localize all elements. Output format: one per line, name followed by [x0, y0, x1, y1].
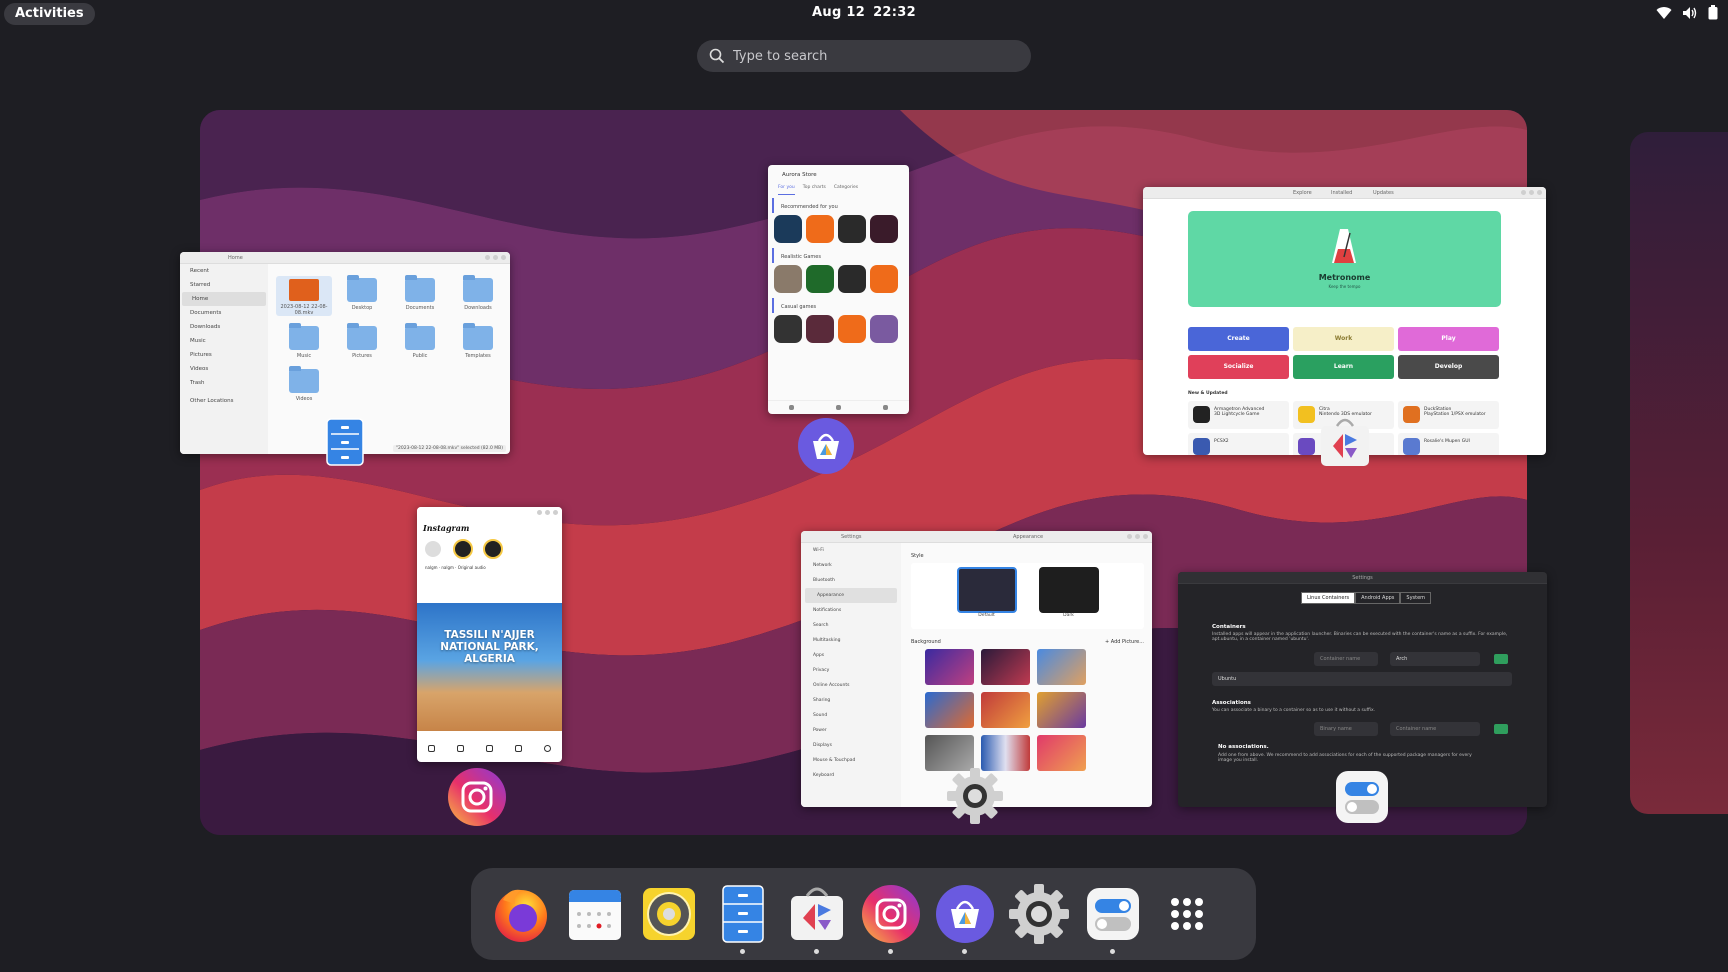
- firefox-icon[interactable]: [489, 882, 553, 946]
- running-indicator: [740, 949, 745, 954]
- settings-sidebar: Wi-Fi Network Bluetooth Appearance Notifica…: [801, 543, 901, 807]
- instagram-icon[interactable]: [859, 882, 923, 946]
- running-indicator: [814, 949, 819, 954]
- folder-item: Public: [392, 323, 448, 359]
- system-tray[interactable]: [1656, 5, 1718, 20]
- dock: [471, 868, 1256, 960]
- search-field[interactable]: [697, 40, 1031, 72]
- settings-icon: [947, 768, 1003, 824]
- folder-item: Documents: [392, 275, 448, 316]
- rhythmbox-icon[interactable]: [637, 882, 701, 946]
- wifi-icon: [1656, 6, 1672, 19]
- container-settings-tabs: Linux Containers Android Apps System: [1301, 592, 1432, 604]
- software-window-thumbnail[interactable]: Explore Installed Updates Metronome Keep…: [1143, 187, 1546, 455]
- category-grid: Create Work Play Socialize Learn Develop: [1188, 327, 1501, 379]
- background-grid: [911, 649, 1144, 771]
- stories-row: [417, 533, 562, 565]
- container-settings-titlebar: Settings: [1178, 572, 1547, 584]
- file-item: 2023-08-12 22-08-08.mkv: [276, 276, 332, 316]
- next-workspace-preview[interactable]: [1630, 132, 1728, 814]
- files-grid: 2023-08-12 22-08-08.mkv Desktop Document…: [276, 275, 506, 402]
- clock[interactable]: Aug 12 22:32: [0, 5, 1728, 20]
- folder-item: Desktop: [334, 275, 390, 316]
- aurora-tabs: For you Top charts Categories: [768, 185, 909, 195]
- post-header: nalgm · nalgm · Original audio: [425, 565, 486, 570]
- instagram-logo: Instagram: [423, 523, 470, 533]
- calendar-icon[interactable]: [563, 882, 627, 946]
- software-icon: [1321, 418, 1369, 466]
- date-label: Aug 12: [812, 5, 866, 20]
- folder-item: Downloads: [450, 275, 506, 316]
- distrobox-icon[interactable]: [1081, 882, 1145, 946]
- instagram-icon: [448, 768, 506, 826]
- running-indicator: [962, 949, 967, 954]
- aurora-store-icon[interactable]: [933, 882, 997, 946]
- files-sidebar: Recent Starred Home Documents Downloads …: [180, 264, 268, 454]
- files-status: "2023-08-12 22-08-08.mkv" selected (82.0…: [392, 445, 506, 452]
- folder-item: Templates: [450, 323, 506, 359]
- folder-item: Music: [276, 323, 332, 359]
- battery-icon: [1708, 5, 1718, 20]
- software-titlebar: Explore Installed Updates: [1143, 187, 1546, 199]
- instagram-titlebar: [417, 507, 562, 519]
- software-icon[interactable]: [785, 882, 849, 946]
- post-image: TASSILI N'AJJER NATIONAL PARK, ALGERIA: [417, 603, 562, 731]
- settings-titlebar: Settings Appearance: [801, 531, 1152, 543]
- running-indicator: [1110, 949, 1115, 954]
- settings-icon[interactable]: [1007, 882, 1071, 946]
- instagram-window-thumbnail[interactable]: Instagram nalgm · nalgm · Original audio…: [417, 507, 562, 762]
- metronome-icon: [1332, 229, 1356, 263]
- files-titlebar: Home: [180, 252, 510, 264]
- featured-banner: Metronome Keep the tempo: [1188, 211, 1501, 307]
- top-bar: Activities Aug 12 22:32: [0, 0, 1728, 28]
- folder-item: Videos: [276, 366, 332, 402]
- aurora-store-window-thumbnail[interactable]: Aurora Store For you Top charts Categories…: [768, 165, 909, 414]
- aurora-header: Aurora Store: [782, 172, 817, 178]
- folder-item: Pictures: [334, 323, 390, 359]
- instagram-bottom-nav: [417, 734, 562, 762]
- search-icon: [709, 48, 725, 64]
- running-indicator: [888, 949, 893, 954]
- distrobox-icon: [1336, 771, 1388, 823]
- time-label: 22:32: [873, 5, 916, 20]
- volume-icon: [1683, 6, 1697, 19]
- desktop: Activities Aug 1222:32 Home: [0, 0, 1728, 972]
- app-grid-icon[interactable]: [1155, 882, 1219, 946]
- files-icon: [326, 418, 364, 466]
- aurora-store-icon: [798, 418, 854, 474]
- files-icon[interactable]: [711, 882, 775, 946]
- search-input[interactable]: [733, 40, 1013, 72]
